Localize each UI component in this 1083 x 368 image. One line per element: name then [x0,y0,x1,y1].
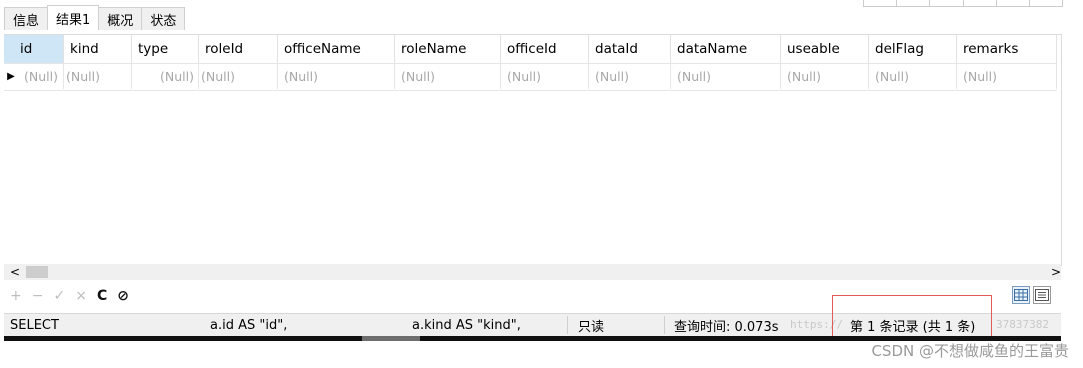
csdn-watermark: CSDN @不想做咸鱼的王富贵 [871,342,1069,360]
status-query-col2: a.kind AS "kind", [412,317,521,333]
refresh-icon[interactable]: C [97,288,107,304]
horizontal-scrollbar[interactable]: < > [4,264,1061,280]
cross-icon[interactable]: × [75,288,87,304]
column-header-rolename[interactable]: roleName [395,35,501,63]
column-header-dataid[interactable]: dataId [589,35,671,63]
column-header-type[interactable]: type [132,35,199,63]
column-header-roleid[interactable]: roleId [199,35,278,63]
column-header-officename[interactable]: officeName [278,35,395,63]
table-cell[interactable]: (Null) [957,64,1057,89]
column-header-dataname[interactable]: dataName [671,35,781,63]
status-query-time: 查询时间: 0.073s [674,319,779,335]
column-header-kind[interactable]: kind [64,35,132,63]
scrollbar-thumb[interactable] [26,266,48,278]
tab-profile[interactable]: 概况 [98,7,143,30]
result-tabs: 信息 结果1 概况 状态 [4,5,186,30]
status-readonly: 只读 [578,319,605,335]
scroll-left-icon[interactable]: < [10,264,20,280]
scroll-right-icon[interactable]: > [1051,264,1061,280]
tab-info[interactable]: 信息 [4,7,49,30]
grid-header: id kind type roleId officeName roleName … [4,35,1057,63]
result-grid[interactable]: id kind type roleId officeName roleName … [4,34,1062,266]
table-cell[interactable]: (Null) [671,64,781,89]
status-query-col1: a.id AS "id", [210,317,288,333]
grid-view-icon[interactable] [1012,286,1030,304]
view-mode-buttons [1012,286,1051,304]
column-header-delflag[interactable]: delFlag [869,35,957,63]
column-header-useable[interactable]: useable [781,35,869,63]
table-cell[interactable]: (Null) [4,64,64,89]
column-header-officeid[interactable]: officeId [501,35,589,63]
table-cell[interactable]: (Null) [589,64,671,89]
table-cell[interactable]: (Null) [781,64,869,89]
top-right-grid-fragment [863,0,1063,7]
plus-icon[interactable]: + [10,288,22,304]
watermark-number: 37837382 [996,318,1049,331]
form-view-icon[interactable] [1033,286,1051,304]
stop-icon[interactable]: ⊘ [117,288,129,304]
grid-toolbar: + − ✓ × C ⊘ [10,286,129,306]
tab-result1[interactable]: 结果1 [47,5,100,30]
check-icon[interactable]: ✓ [53,288,65,304]
table-cell[interactable]: (Null) [395,64,501,89]
table-cell[interactable]: (Null) [199,64,278,89]
column-header-remarks[interactable]: remarks [957,35,1057,63]
table-cell[interactable]: (Null) [278,64,395,89]
column-header-id[interactable]: id [4,35,64,63]
status-query: SELECT [10,317,59,333]
table-cell[interactable]: (Null) [501,64,589,89]
table-cell[interactable]: (Null) [869,64,957,89]
annotation-highlight-box [832,295,992,337]
minus-icon[interactable]: − [32,288,44,304]
table-cell[interactable]: (Null) [64,64,132,89]
tab-status[interactable]: 状态 [141,7,186,30]
table-cell[interactable]: (Null) [132,64,199,89]
table-row[interactable]: (Null) (Null) (Null) (Null) (Null) (Null… [4,63,1057,91]
